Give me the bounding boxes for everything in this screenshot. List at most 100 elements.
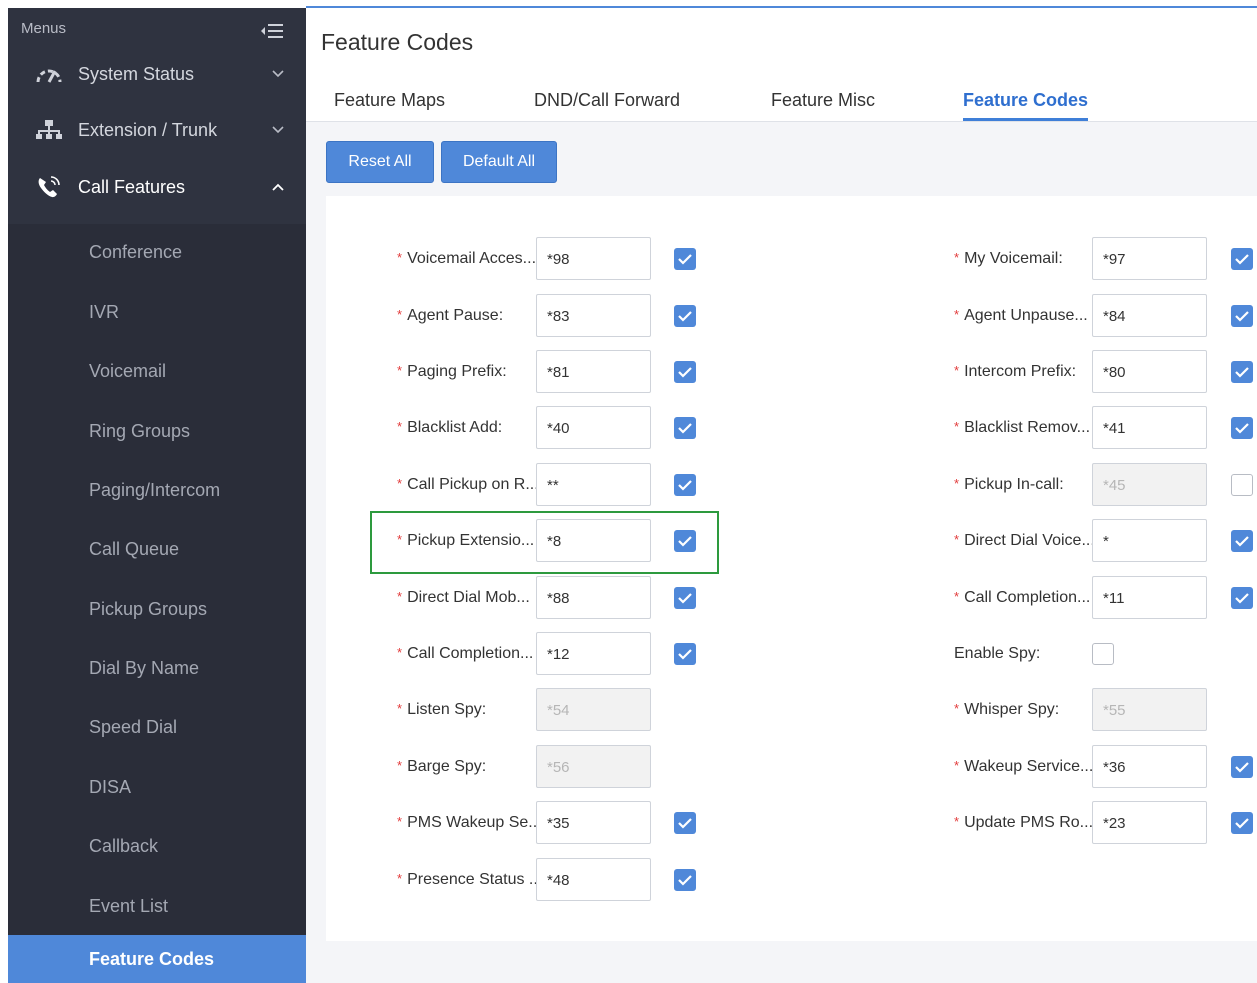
required-asterisk: * xyxy=(397,532,403,547)
required-asterisk: * xyxy=(397,589,403,604)
gauge-icon xyxy=(36,69,62,83)
chevron-down-icon xyxy=(272,70,284,78)
sidebar-item-callback[interactable]: Callback xyxy=(8,820,306,874)
field-label: * Call Completion... xyxy=(397,645,533,663)
feature-code-input[interactable]: *97 xyxy=(1092,237,1207,280)
sidebar-item-dial-by-name[interactable]: Dial By Name xyxy=(8,642,306,696)
sidebar-item-call-queue[interactable]: Call Queue xyxy=(8,523,306,577)
sidebar-item-event-list[interactable]: Event List xyxy=(8,880,306,934)
feature-code-input[interactable]: *8 xyxy=(536,519,651,562)
enabled-checkbox-unchecked[interactable] xyxy=(1092,643,1114,665)
chevron-up-icon xyxy=(272,183,284,191)
feature-code-input[interactable]: *40 xyxy=(536,406,651,449)
field-label-text: Agent Pause: xyxy=(407,307,504,324)
required-asterisk: * xyxy=(954,532,960,547)
feature-code-input[interactable]: *41 xyxy=(1092,406,1207,449)
enabled-checkbox-checked[interactable] xyxy=(674,530,696,552)
feature-code-input[interactable]: *80 xyxy=(1092,350,1207,393)
collapse-menu-icon[interactable] xyxy=(260,22,284,40)
required-asterisk: * xyxy=(954,419,960,434)
feature-code-input[interactable]: *83 xyxy=(536,294,651,337)
sidebar-item-ivr[interactable]: IVR xyxy=(8,286,306,340)
enabled-checkbox-checked[interactable] xyxy=(674,361,696,383)
default-all-button[interactable]: Default All xyxy=(441,141,557,183)
enabled-checkbox-checked[interactable] xyxy=(1231,530,1253,552)
sidebar-item-feature-codes[interactable]: Feature Codes xyxy=(8,935,306,983)
required-asterisk: * xyxy=(397,758,403,773)
tab-feature-misc[interactable]: Feature Misc xyxy=(771,90,875,111)
sidebar-item-disa[interactable]: DISA xyxy=(8,761,306,815)
reset-all-button[interactable]: Reset All xyxy=(326,141,434,183)
required-asterisk: * xyxy=(954,589,960,604)
network-icon xyxy=(36,120,62,139)
required-asterisk: * xyxy=(397,476,403,491)
sidebar-item-conference[interactable]: Conference xyxy=(8,226,306,280)
required-asterisk: * xyxy=(954,363,960,378)
field-label-text: Blacklist Remov... xyxy=(964,419,1091,436)
sidebar-item-speed-dial[interactable]: Speed Dial xyxy=(8,701,306,755)
sidebar-item-ring-groups[interactable]: Ring Groups xyxy=(8,405,306,459)
field-label: * Whisper Spy: xyxy=(954,701,1059,719)
field-label-text: Enable Spy: xyxy=(954,645,1041,662)
enabled-checkbox-checked[interactable] xyxy=(674,305,696,327)
sidebar-item-pickup-groups[interactable]: Pickup Groups xyxy=(8,583,306,637)
feature-code-input: *56 xyxy=(536,745,651,788)
enabled-checkbox-checked[interactable] xyxy=(674,869,696,891)
feature-code-input[interactable]: *12 xyxy=(536,632,651,675)
sidebar-item-label: Pickup Groups xyxy=(89,599,208,619)
feature-code-input[interactable]: *98 xyxy=(536,237,651,280)
tab-feature-codes[interactable]: Feature Codes xyxy=(963,90,1089,121)
field-label-text: Paging Prefix: xyxy=(407,363,507,380)
sidebar-item-voicemail[interactable]: Voicemail xyxy=(8,345,306,399)
field-label: * Blacklist Add: xyxy=(397,419,502,437)
enabled-checkbox-checked[interactable] xyxy=(1231,248,1253,270)
enabled-checkbox-checked[interactable] xyxy=(674,643,696,665)
enabled-checkbox-checked[interactable] xyxy=(1231,305,1253,327)
sidebar-item-label: Feature Codes xyxy=(89,949,215,969)
field-label-text: Call Completion... xyxy=(964,589,1091,606)
enabled-checkbox-checked[interactable] xyxy=(1231,361,1253,383)
enabled-checkbox-checked[interactable] xyxy=(674,812,696,834)
enabled-checkbox-checked[interactable] xyxy=(674,248,696,270)
feature-code-input[interactable]: *11 xyxy=(1092,576,1207,619)
field-label: * Agent Unpause... xyxy=(954,307,1088,325)
enabled-checkbox-checked[interactable] xyxy=(674,474,696,496)
enabled-checkbox-checked[interactable] xyxy=(674,417,696,439)
feature-code-input[interactable]: *84 xyxy=(1092,294,1207,337)
top-accent-border xyxy=(306,0,1257,8)
field-label: * Agent Pause: xyxy=(397,307,503,325)
feature-code-input[interactable]: *23 xyxy=(1092,801,1207,844)
feature-code-input[interactable]: *81 xyxy=(536,350,651,393)
field-label: * Intercom Prefix: xyxy=(954,363,1076,381)
required-asterisk: * xyxy=(397,871,403,886)
enabled-checkbox-checked[interactable] xyxy=(1231,756,1253,778)
feature-code-input[interactable]: * xyxy=(1092,519,1207,562)
field-label: * Direct Dial Voice... xyxy=(954,532,1095,550)
feature-code-input[interactable]: *35 xyxy=(536,801,651,844)
tab-dnd-call-forward[interactable]: DND/Call Forward xyxy=(534,90,680,111)
sidebar: Menus System Status Extension / Trunk Ca… xyxy=(8,8,306,983)
sidebar-item-label: Voicemail xyxy=(89,361,167,381)
tab-feature-maps[interactable]: Feature Maps xyxy=(334,90,445,111)
sidebar-item-label: Ring Groups xyxy=(89,421,191,441)
sidebar-item-label: Callback xyxy=(89,836,159,856)
field-label-text: Call Completion... xyxy=(407,645,534,662)
feature-code-input: *55 xyxy=(1092,688,1207,731)
sidebar-item-extension-trunk[interactable]: Extension / Trunk xyxy=(8,106,306,154)
sidebar-item-paging-intercom[interactable]: Paging/Intercom xyxy=(8,464,306,518)
enabled-checkbox-checked[interactable] xyxy=(674,587,696,609)
enabled-checkbox-unchecked[interactable] xyxy=(1231,474,1253,496)
sidebar-item-label: Speed Dial xyxy=(89,717,178,737)
enabled-checkbox-checked[interactable] xyxy=(1231,587,1253,609)
sidebar-item-system-status[interactable]: System Status xyxy=(8,50,306,98)
enabled-checkbox-checked[interactable] xyxy=(1231,812,1253,834)
required-asterisk: * xyxy=(397,250,403,265)
feature-code-input[interactable]: ** xyxy=(536,463,651,506)
sidebar-item-label: IVR xyxy=(89,302,120,322)
required-asterisk: * xyxy=(954,250,960,265)
sidebar-item-call-features[interactable]: Call Features xyxy=(8,163,306,211)
enabled-checkbox-checked[interactable] xyxy=(1231,417,1253,439)
feature-code-input[interactable]: *36 xyxy=(1092,745,1207,788)
feature-code-input[interactable]: *48 xyxy=(536,858,651,901)
feature-code-input[interactable]: *88 xyxy=(536,576,651,619)
